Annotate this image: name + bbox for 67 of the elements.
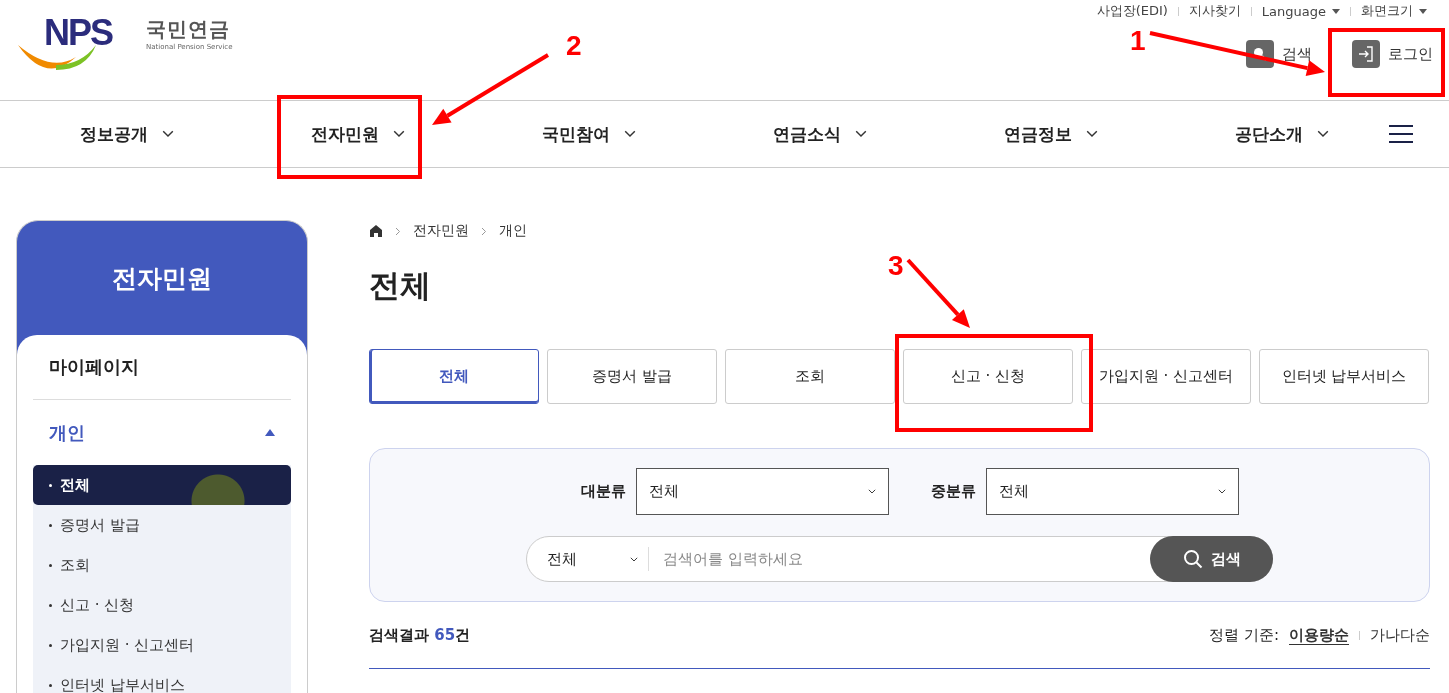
- field-label: 중분류: [930, 482, 976, 501]
- category-select[interactable]: 전체: [635, 468, 889, 515]
- nav-item[interactable]: 정보공개: [80, 122, 174, 146]
- utility-link[interactable]: 사업장(EDI): [1096, 2, 1168, 20]
- category-tab[interactable]: 인터넷 납부서비스: [1259, 349, 1429, 404]
- chevron-down-icon: [1086, 130, 1098, 138]
- scope-select[interactable]: 전체: [527, 547, 649, 571]
- sort-option[interactable]: 가나다순: [1370, 625, 1430, 645]
- breadcrumb-item[interactable]: 개인: [499, 222, 527, 240]
- utility-link[interactable]: 지사찾기: [1188, 2, 1241, 20]
- sidebar-item[interactable]: 조회: [33, 545, 291, 585]
- category-tab[interactable]: 증명서 발급: [547, 349, 717, 404]
- sidebar-item[interactable]: 전체: [33, 465, 291, 505]
- logo-name: 국민연금: [146, 16, 230, 43]
- sidebar-item[interactable]: 인터넷 납부서비스: [33, 665, 291, 693]
- sort-label: 정렬 기준:: [1209, 625, 1279, 645]
- annotation-number: 1: [1130, 25, 1146, 56]
- utility-link[interactable]: Language: [1261, 3, 1340, 19]
- chevron-right-icon: [481, 226, 487, 236]
- annotation-number: 2: [566, 30, 582, 61]
- sidebar-item[interactable]: 신고 · 신청: [33, 585, 291, 625]
- chevron-down-icon: [624, 130, 636, 138]
- caret-up-icon: [265, 429, 275, 436]
- utility-link[interactable]: 화면크기: [1361, 2, 1427, 20]
- login-icon: [1357, 45, 1375, 63]
- menu-icon[interactable]: [1389, 125, 1413, 143]
- category-tab[interactable]: 전체: [369, 349, 539, 404]
- subcategory-select[interactable]: 전체: [985, 468, 1239, 515]
- annotation-arrow: [906, 258, 970, 328]
- chevron-down-icon: [1317, 130, 1329, 138]
- result-unit: 건: [455, 625, 471, 645]
- search-button[interactable]: 검색: [1246, 40, 1312, 68]
- category-tab[interactable]: 신고 · 신청: [903, 349, 1073, 404]
- chevron-right-icon: [395, 226, 401, 236]
- category-tab[interactable]: 조회: [725, 349, 895, 404]
- sidebar-item[interactable]: 증명서 발급: [33, 505, 291, 545]
- sidebar-item[interactable]: 가입지원 · 신고센터: [33, 625, 291, 665]
- sidebar-section[interactable]: 개인: [33, 400, 291, 465]
- chevron-down-icon: [162, 130, 174, 138]
- search-bar[interactable]: 전체 검색어를 입력하세요 검색: [526, 536, 1273, 582]
- chevron-down-icon: [855, 130, 867, 138]
- chevron-down-icon: [867, 489, 876, 494]
- nav-item[interactable]: 연금소식: [773, 122, 867, 146]
- search-submit-button[interactable]: 검색: [1150, 536, 1273, 582]
- nav-item[interactable]: 연금정보: [1004, 122, 1098, 146]
- search-field[interactable]: 검색어를 입력하세요: [649, 550, 1150, 568]
- login-button[interactable]: 로그인: [1352, 40, 1433, 68]
- page-title: 전체: [369, 266, 431, 305]
- result-label: 검색결과: [369, 625, 430, 645]
- field-label: 대분류: [580, 482, 626, 501]
- sort-option[interactable]: 이용량순: [1289, 625, 1349, 645]
- result-count: 65: [434, 625, 456, 645]
- category-tab[interactable]: 가입지원 · 신고센터: [1081, 349, 1251, 404]
- chevron-down-icon: [630, 556, 638, 562]
- logo-swoosh-icon: [16, 44, 98, 72]
- nav-item[interactable]: 국민참여: [542, 122, 636, 146]
- breadcrumb-item[interactable]: 전자민원: [413, 222, 469, 240]
- sidebar-section[interactable]: 마이페이지: [33, 335, 291, 400]
- nav-item[interactable]: 전자민원: [311, 122, 405, 146]
- nav-item[interactable]: 공단소개: [1235, 122, 1329, 146]
- chevron-down-icon: [1217, 489, 1226, 494]
- chevron-down-icon: [393, 130, 405, 138]
- home-icon[interactable]: [369, 224, 383, 238]
- search-icon: [1182, 549, 1203, 569]
- annotation-number: 3: [888, 250, 904, 281]
- logo-mark: NPS: [44, 12, 113, 54]
- sidebar-title: 전자민원: [112, 262, 212, 295]
